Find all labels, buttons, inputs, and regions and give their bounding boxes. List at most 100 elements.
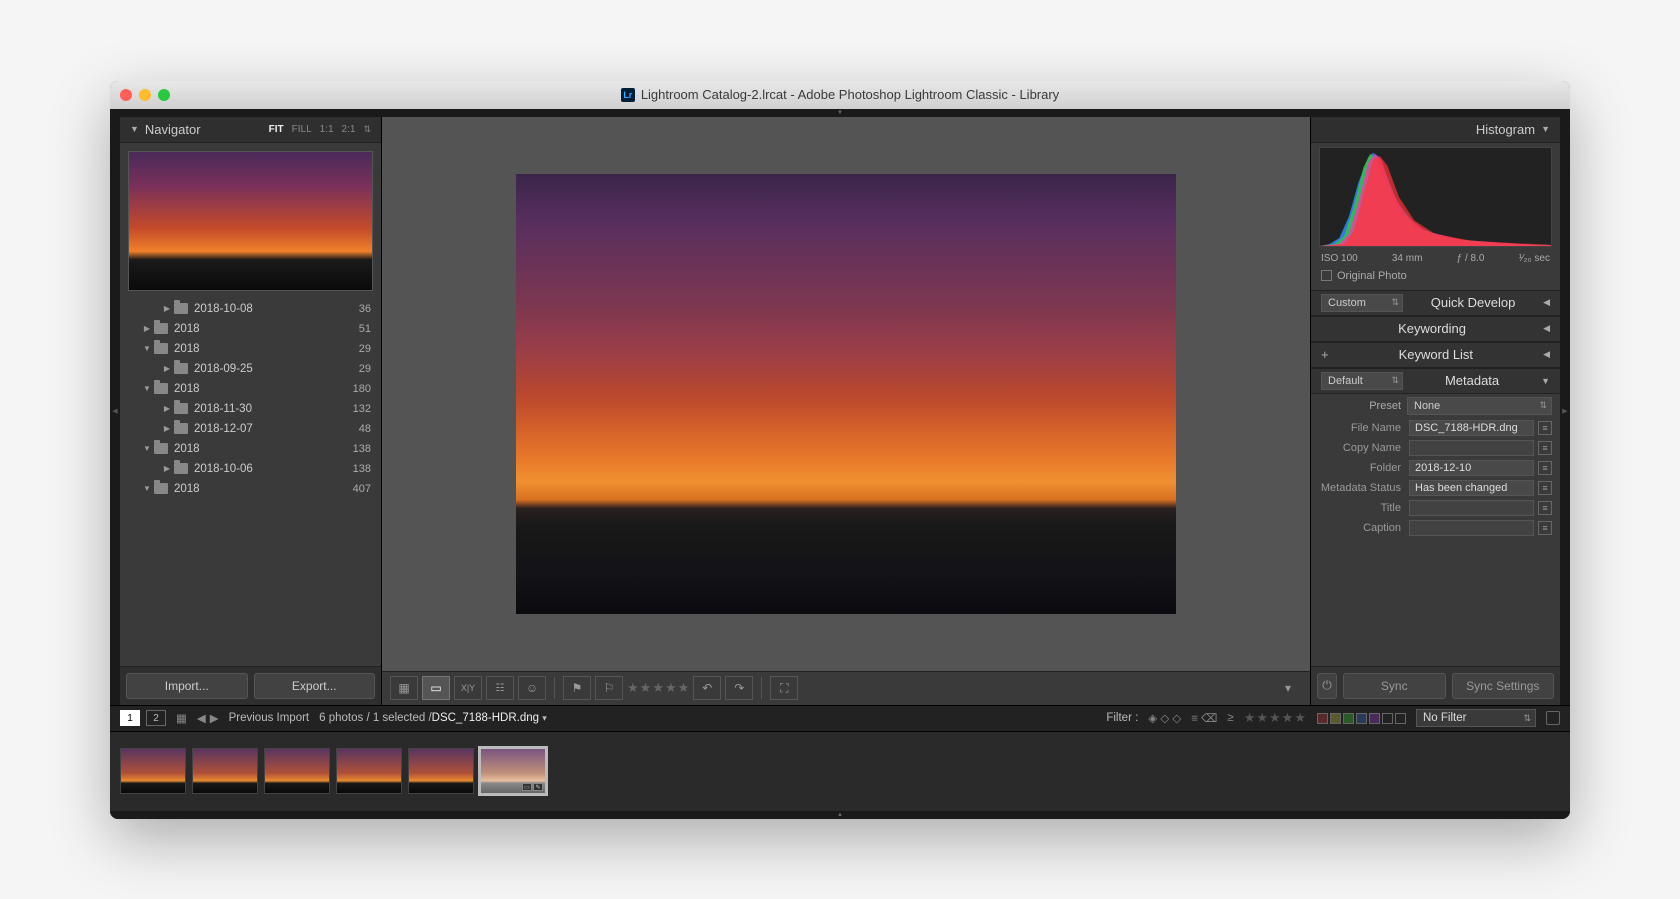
metadata-value[interactable] [1409, 440, 1534, 456]
metadata-value[interactable]: 2018-12-10 [1409, 460, 1534, 476]
disclosure-icon[interactable]: ▶ [160, 304, 174, 313]
metadata-value[interactable] [1409, 520, 1534, 536]
right-collapse-handle[interactable] [1560, 117, 1570, 705]
disclosure-icon[interactable]: ▼ [140, 484, 154, 493]
histogram-chart[interactable] [1319, 147, 1552, 247]
metadata-header[interactable]: Default Metadata ▼ [1311, 368, 1560, 394]
folder-row[interactable]: ▶2018-10-06138 [120, 459, 381, 479]
folder-row[interactable]: ▶2018-09-2529 [120, 359, 381, 379]
zoom-2-1[interactable]: 2:1 [342, 124, 356, 135]
rating-filter[interactable]: ★★★★★ [1244, 710, 1307, 726]
metadata-action-icon[interactable]: ≡ [1538, 521, 1552, 535]
grid-icon[interactable]: ▦ [176, 711, 187, 725]
metadata-set-select[interactable]: Default [1321, 372, 1403, 390]
folder-row[interactable]: ▼2018180 [120, 379, 381, 399]
folder-row[interactable]: ▶2018-11-30132 [120, 399, 381, 419]
histogram-header[interactable]: Histogram ▼ [1311, 117, 1560, 143]
zoom-fit-button[interactable]: ⛶ [770, 676, 798, 700]
zoom-fill[interactable]: FILL [292, 124, 312, 135]
filmstrip-thumb[interactable] [408, 748, 474, 794]
filmstrip-thumb[interactable] [264, 748, 330, 794]
flag-filter-icon[interactable]: ◈ ◇ ◇ [1148, 711, 1181, 725]
flag-pick-button[interactable]: ⚑ [563, 676, 591, 700]
add-keyword-button[interactable]: + [1321, 347, 1329, 362]
minimize-button[interactable] [139, 89, 151, 101]
folder-row[interactable]: ▼201829 [120, 339, 381, 359]
zoom-1-1[interactable]: 1:1 [320, 124, 334, 135]
display-1-button[interactable]: 1 [120, 710, 140, 726]
disclosure-icon[interactable]: ▶ [160, 464, 174, 473]
filmstrip[interactable]: ▭✎ [110, 731, 1570, 811]
back-button[interactable]: ◀ [197, 711, 206, 725]
loupe-view[interactable] [382, 117, 1310, 671]
metadata-value[interactable] [1409, 500, 1534, 516]
selection-breadcrumb[interactable]: 6 photos / 1 selected /DSC_7188-HDR.dng … [319, 712, 547, 724]
sync-settings-button[interactable]: Sync Settings [1452, 673, 1555, 699]
color-blue[interactable] [1356, 713, 1367, 724]
filmstrip-thumb[interactable] [120, 748, 186, 794]
source-breadcrumb[interactable]: Previous Import [229, 712, 310, 724]
sync-button[interactable]: Sync [1343, 673, 1446, 699]
metadata-action-icon[interactable]: ≡ [1538, 461, 1552, 475]
grid-view-button[interactable]: ▦ [390, 676, 418, 700]
quick-develop-header[interactable]: Custom Quick Develop ◀ [1311, 290, 1560, 316]
rating-comparator-icon[interactable]: ≥ [1227, 712, 1233, 724]
top-collapse-handle[interactable] [110, 109, 1570, 117]
color-none[interactable] [1382, 713, 1393, 724]
metadata-preset-select[interactable]: None [1407, 397, 1552, 415]
disclosure-icon[interactable]: ▼ [140, 444, 154, 453]
metadata-value[interactable]: DSC_7188-HDR.dng [1409, 420, 1534, 436]
export-button[interactable]: Export... [254, 673, 376, 699]
folder-row[interactable]: ▼2018407 [120, 479, 381, 499]
filter-lock-icon[interactable] [1546, 711, 1560, 725]
metadata-action-icon[interactable]: ≡ [1538, 501, 1552, 515]
quick-develop-preset-select[interactable]: Custom [1321, 294, 1403, 312]
folder-row[interactable]: ▼2018138 [120, 439, 381, 459]
keyword-list-header[interactable]: + Keyword List ◀ [1311, 342, 1560, 368]
forward-button[interactable]: ▶ [210, 711, 219, 725]
navigator-preview[interactable] [128, 151, 373, 291]
disclosure-icon[interactable]: ▶ [160, 424, 174, 433]
survey-view-button[interactable]: ☷ [486, 676, 514, 700]
zoom-more-icon[interactable]: ⇅ [363, 124, 371, 135]
filmstrip-thumb[interactable] [192, 748, 258, 794]
metadata-action-icon[interactable]: ≡ [1538, 421, 1552, 435]
loupe-view-button[interactable]: ▭ [422, 676, 450, 700]
attribute-filter-icon[interactable]: ≡ ⌫ [1191, 711, 1217, 725]
color-red[interactable] [1317, 713, 1328, 724]
disclosure-icon[interactable]: ▼ [140, 384, 154, 393]
color-yellow[interactable] [1330, 713, 1341, 724]
metadata-action-icon[interactable]: ≡ [1538, 441, 1552, 455]
rotate-ccw-button[interactable]: ↶ [693, 676, 721, 700]
maximize-button[interactable] [158, 89, 170, 101]
zoom-fit[interactable]: FIT [269, 124, 284, 135]
filter-preset-select[interactable]: No Filter [1416, 709, 1536, 727]
navigator-header[interactable]: ▼ Navigator FIT FILL 1:1 2:1 ⇅ [120, 117, 381, 143]
disclosure-icon[interactable]: ▶ [160, 364, 174, 373]
compare-view-button[interactable]: X|Y [454, 676, 482, 700]
color-purple[interactable] [1369, 713, 1380, 724]
sync-switch-icon[interactable]: ⏻ [1317, 673, 1337, 699]
folder-row[interactable]: ▶201851 [120, 319, 381, 339]
disclosure-icon[interactable]: ▶ [160, 404, 174, 413]
folder-row[interactable]: ▶2018-10-0836 [120, 299, 381, 319]
flag-reject-button[interactable]: ⚐ [595, 676, 623, 700]
checkbox-icon[interactable] [1321, 270, 1332, 281]
keywording-header[interactable]: Keywording ◀ [1311, 316, 1560, 342]
metadata-value[interactable]: Has been changed [1409, 480, 1534, 496]
disclosure-icon[interactable]: ▶ [140, 324, 154, 333]
original-photo-toggle[interactable]: Original Photo [1311, 266, 1560, 290]
folder-row[interactable]: ▶2018-12-0748 [120, 419, 381, 439]
bottom-collapse-handle[interactable] [110, 811, 1570, 819]
color-custom[interactable] [1395, 713, 1406, 724]
rotate-cw-button[interactable]: ↷ [725, 676, 753, 700]
people-view-button[interactable]: ☺ [518, 676, 546, 700]
display-2-button[interactable]: 2 [146, 710, 166, 726]
disclosure-icon[interactable]: ▼ [140, 344, 154, 353]
import-button[interactable]: Import... [126, 673, 248, 699]
left-collapse-handle[interactable] [110, 117, 120, 705]
metadata-action-icon[interactable]: ≡ [1538, 481, 1552, 495]
toolbar-menu-button[interactable]: ▾ [1274, 676, 1302, 700]
filmstrip-thumb[interactable] [336, 748, 402, 794]
filmstrip-thumb[interactable]: ▭✎ [480, 748, 546, 794]
